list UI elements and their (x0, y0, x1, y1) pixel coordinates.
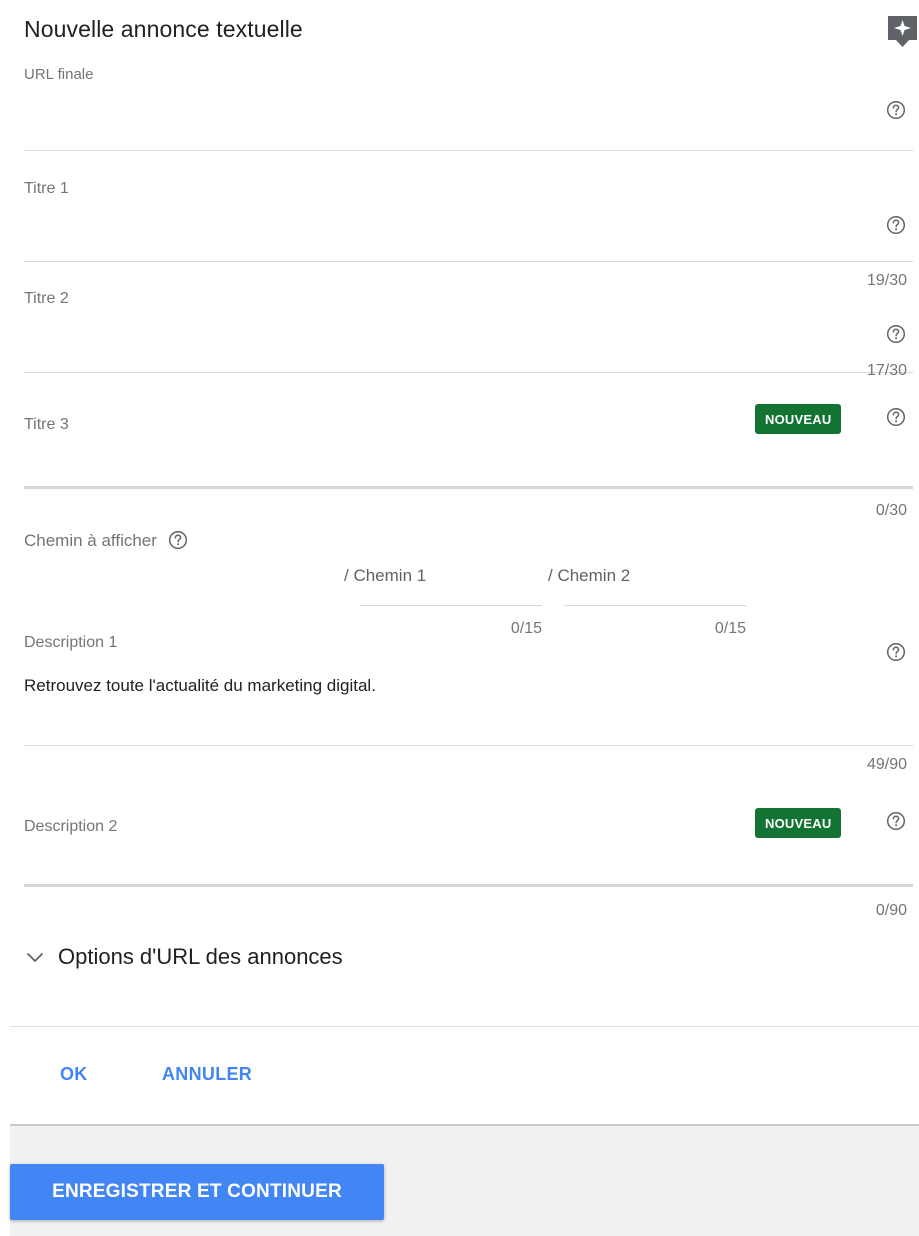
description1-field[interactable]: Description 1 Retrouvez toute l'actualit… (24, 632, 913, 773)
display-path-label: Chemin à afficher (24, 530, 188, 551)
description1-underline (24, 745, 913, 746)
sparkle-hint-icon[interactable] (886, 14, 919, 48)
new-badge: NOUVEAU (755, 808, 842, 838)
title2-underline (24, 372, 913, 373)
path2-input[interactable]: / Chemin 2 0/15 (548, 562, 746, 637)
actions-divider (10, 1026, 919, 1027)
ad-editor-card: Nouvelle annonce textuelle URL finale Ti… (0, 0, 919, 1124)
description1-label: Description 1 (24, 634, 118, 651)
help-icon[interactable] (168, 530, 188, 550)
chevron-down-icon (24, 946, 46, 968)
help-icon[interactable] (886, 407, 906, 427)
save-and-continue-button[interactable]: ENREGISTRER ET CONTINUER (10, 1164, 384, 1220)
path1-input[interactable]: / Chemin 1 0/15 (344, 562, 542, 637)
help-icon[interactable] (886, 100, 906, 120)
url-options-expander[interactable]: Options d'URL des annonces (24, 944, 343, 970)
title2-label: Titre 2 (24, 290, 69, 307)
path2-placeholder: / Chemin 2 (548, 566, 631, 585)
new-badge: NOUVEAU (755, 404, 842, 434)
title2-field[interactable]: Titre 2 17/30 (24, 286, 913, 396)
description2-field[interactable]: Description 2 NOUVEAU 0/90 (24, 808, 913, 956)
url-options-label: Options d'URL des annonces (58, 944, 343, 969)
title3-label: Titre 3 (24, 416, 69, 433)
path1-placeholder: / Chemin 1 (344, 566, 427, 585)
ok-button[interactable]: OK (60, 1064, 88, 1085)
final-url-label: URL finale (24, 66, 94, 83)
final-url-field[interactable]: URL finale (24, 62, 913, 152)
description1-value[interactable]: Retrouvez toute l'actualité du marketing… (24, 676, 376, 696)
description1-counter: 49/90 (866, 756, 907, 773)
title1-field[interactable]: Titre 1 19/30 (24, 176, 913, 289)
path2-underline (564, 605, 746, 606)
description2-counter: 0/90 (875, 902, 907, 919)
help-icon[interactable] (886, 811, 906, 831)
help-icon[interactable] (886, 642, 906, 662)
title3-field[interactable]: Titre 3 NOUVEAU 0/30 (24, 404, 913, 519)
title2-counter: 17/30 (866, 362, 907, 379)
title3-counter: 0/30 (875, 502, 907, 519)
page-title: Nouvelle annonce textuelle (24, 16, 303, 42)
title1-underline (24, 261, 913, 262)
path1-underline (360, 605, 542, 606)
description2-label: Description 2 (24, 818, 118, 835)
display-path-label-text: Chemin à afficher (24, 531, 157, 550)
help-icon[interactable] (886, 324, 906, 344)
help-icon[interactable] (886, 215, 906, 235)
title1-label: Titre 1 (24, 180, 69, 197)
title3-underline (24, 486, 913, 489)
final-url-underline (24, 150, 913, 151)
cancel-button[interactable]: ANNULER (162, 1064, 252, 1085)
description2-underline (24, 884, 913, 887)
